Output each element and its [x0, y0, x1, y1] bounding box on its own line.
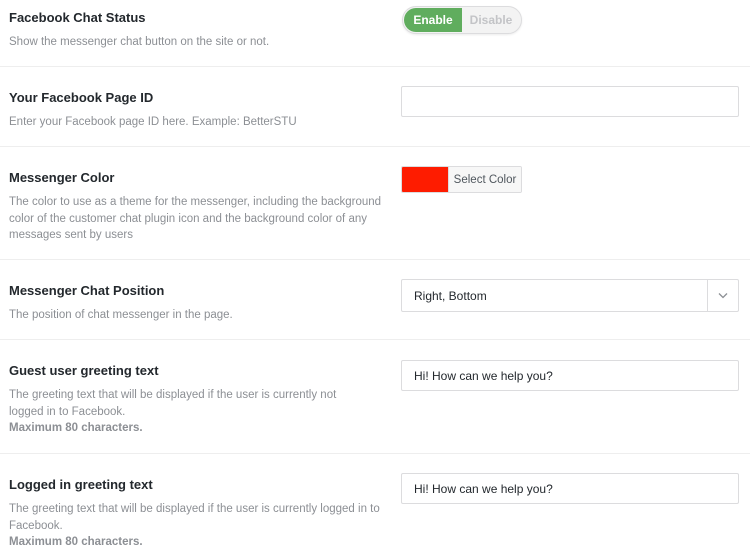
select-value: Right, Bottom: [414, 288, 487, 303]
select-arrow[interactable]: [707, 280, 738, 311]
enable-option[interactable]: Enable: [404, 8, 462, 32]
logged-in-greeting-control: [401, 473, 739, 504]
color-swatch[interactable]: [402, 167, 449, 192]
select-color-label[interactable]: Select Color: [449, 167, 521, 192]
chat-position-control: Right, Bottom: [401, 279, 739, 312]
setting-label-group: Facebook Chat Status Show the messenger …: [9, 9, 389, 51]
color-picker-button[interactable]: Select Color: [401, 166, 522, 193]
setting-label-group: Logged in greeting text The greeting tex…: [9, 476, 389, 551]
setting-row-chat-position: Messenger Chat Position The position of …: [0, 259, 750, 339]
setting-row-guest-greeting: Guest user greeting text The greeting te…: [0, 339, 750, 453]
description-text: The greeting text that will be displayed…: [9, 503, 380, 532]
setting-label-group: Guest user greeting text The greeting te…: [9, 362, 389, 437]
setting-row-page-id: Your Facebook Page ID Enter your Faceboo…: [0, 66, 750, 146]
page-id-input[interactable]: [401, 86, 739, 117]
setting-description: The color to use as a theme for the mess…: [9, 196, 382, 241]
setting-title: Messenger Color: [9, 170, 115, 185]
setting-description: Enter your Facebook page ID here. Exampl…: [9, 116, 297, 128]
description-text: The greeting text that will be displayed…: [9, 389, 337, 418]
character-limit-note: Maximum 80 characters.: [9, 422, 143, 434]
setting-title: Guest user greeting text: [9, 363, 159, 378]
setting-label-group: Messenger Chat Position The position of …: [9, 282, 389, 324]
setting-description: The greeting text that will be displayed…: [9, 501, 387, 551]
chat-status-toggle[interactable]: Enable Disable: [402, 6, 522, 34]
page-id-control: [401, 86, 739, 117]
setting-title: Logged in greeting text: [9, 477, 153, 492]
messenger-settings-panel: Facebook Chat Status Show the messenger …: [0, 0, 750, 557]
setting-description: The greeting text that will be displayed…: [9, 387, 369, 437]
setting-label-group: Messenger Color The color to use as a th…: [9, 169, 389, 244]
setting-row-messenger-color: Messenger Color The color to use as a th…: [0, 146, 750, 259]
setting-title: Facebook Chat Status: [9, 10, 146, 25]
chevron-down-icon: [718, 293, 728, 299]
setting-row-logged-in-greeting: Logged in greeting text The greeting tex…: [0, 453, 750, 557]
setting-label-group: Your Facebook Page ID Enter your Faceboo…: [9, 89, 389, 131]
logged-in-greeting-input[interactable]: [401, 473, 739, 504]
setting-description: Show the messenger chat button on the si…: [9, 36, 270, 48]
chat-position-select[interactable]: Right, Bottom: [401, 279, 739, 312]
setting-title: Messenger Chat Position: [9, 283, 165, 298]
guest-greeting-input[interactable]: [401, 360, 739, 391]
guest-greeting-control: [401, 360, 739, 391]
setting-title: Your Facebook Page ID: [9, 90, 154, 105]
character-limit-note: Maximum 80 characters.: [9, 536, 143, 548]
messenger-color-control: Select Color: [401, 166, 522, 193]
setting-row-chat-status: Facebook Chat Status Show the messenger …: [0, 0, 750, 66]
setting-description: The position of chat messenger in the pa…: [9, 309, 233, 321]
disable-option[interactable]: Disable: [462, 8, 520, 32]
